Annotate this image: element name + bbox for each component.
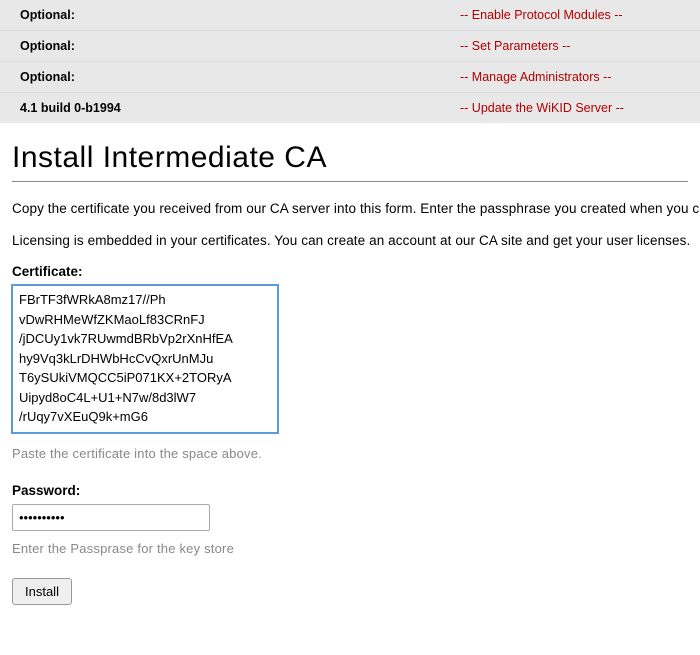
manage-administrators-link[interactable]: -- Manage Administrators -- bbox=[460, 70, 611, 84]
setup-steps-table: Optional: -- Enable Protocol Modules -- … bbox=[0, 0, 700, 123]
certificate-textarea[interactable] bbox=[12, 285, 278, 433]
setup-row-label: Optional: bbox=[20, 8, 460, 22]
setup-row-label: Optional: bbox=[20, 39, 460, 53]
enable-protocol-modules-link[interactable]: -- Enable Protocol Modules -- bbox=[460, 8, 623, 22]
main-content: Install Intermediate CA Copy the certifi… bbox=[0, 141, 700, 605]
setup-row: Optional: -- Set Parameters -- bbox=[0, 31, 700, 62]
certificate-label: Certificate: bbox=[12, 264, 688, 279]
intro-paragraph-1: Copy the certificate you received from o… bbox=[12, 200, 688, 218]
set-parameters-link[interactable]: -- Set Parameters -- bbox=[460, 39, 570, 53]
setup-row: Optional: -- Manage Administrators -- bbox=[0, 62, 700, 93]
password-hint: Enter the Passprase for the key store bbox=[12, 541, 688, 556]
intro-paragraph-2: Licensing is embedded in your certificat… bbox=[12, 232, 688, 250]
install-button[interactable]: Install bbox=[12, 578, 72, 605]
divider bbox=[12, 181, 688, 182]
certificate-hint: Paste the certificate into the space abo… bbox=[12, 446, 688, 461]
setup-row-label: Optional: bbox=[20, 70, 460, 84]
build-version-label: 4.1 build 0-b1994 bbox=[20, 101, 460, 115]
update-wikid-server-link[interactable]: -- Update the WiKID Server -- bbox=[460, 101, 624, 115]
setup-row: 4.1 build 0-b1994 -- Update the WiKID Se… bbox=[0, 93, 700, 123]
password-input[interactable] bbox=[12, 504, 210, 531]
setup-row: Optional: -- Enable Protocol Modules -- bbox=[0, 0, 700, 31]
page-title: Install Intermediate CA bbox=[12, 141, 688, 175]
password-label: Password: bbox=[12, 483, 688, 498]
